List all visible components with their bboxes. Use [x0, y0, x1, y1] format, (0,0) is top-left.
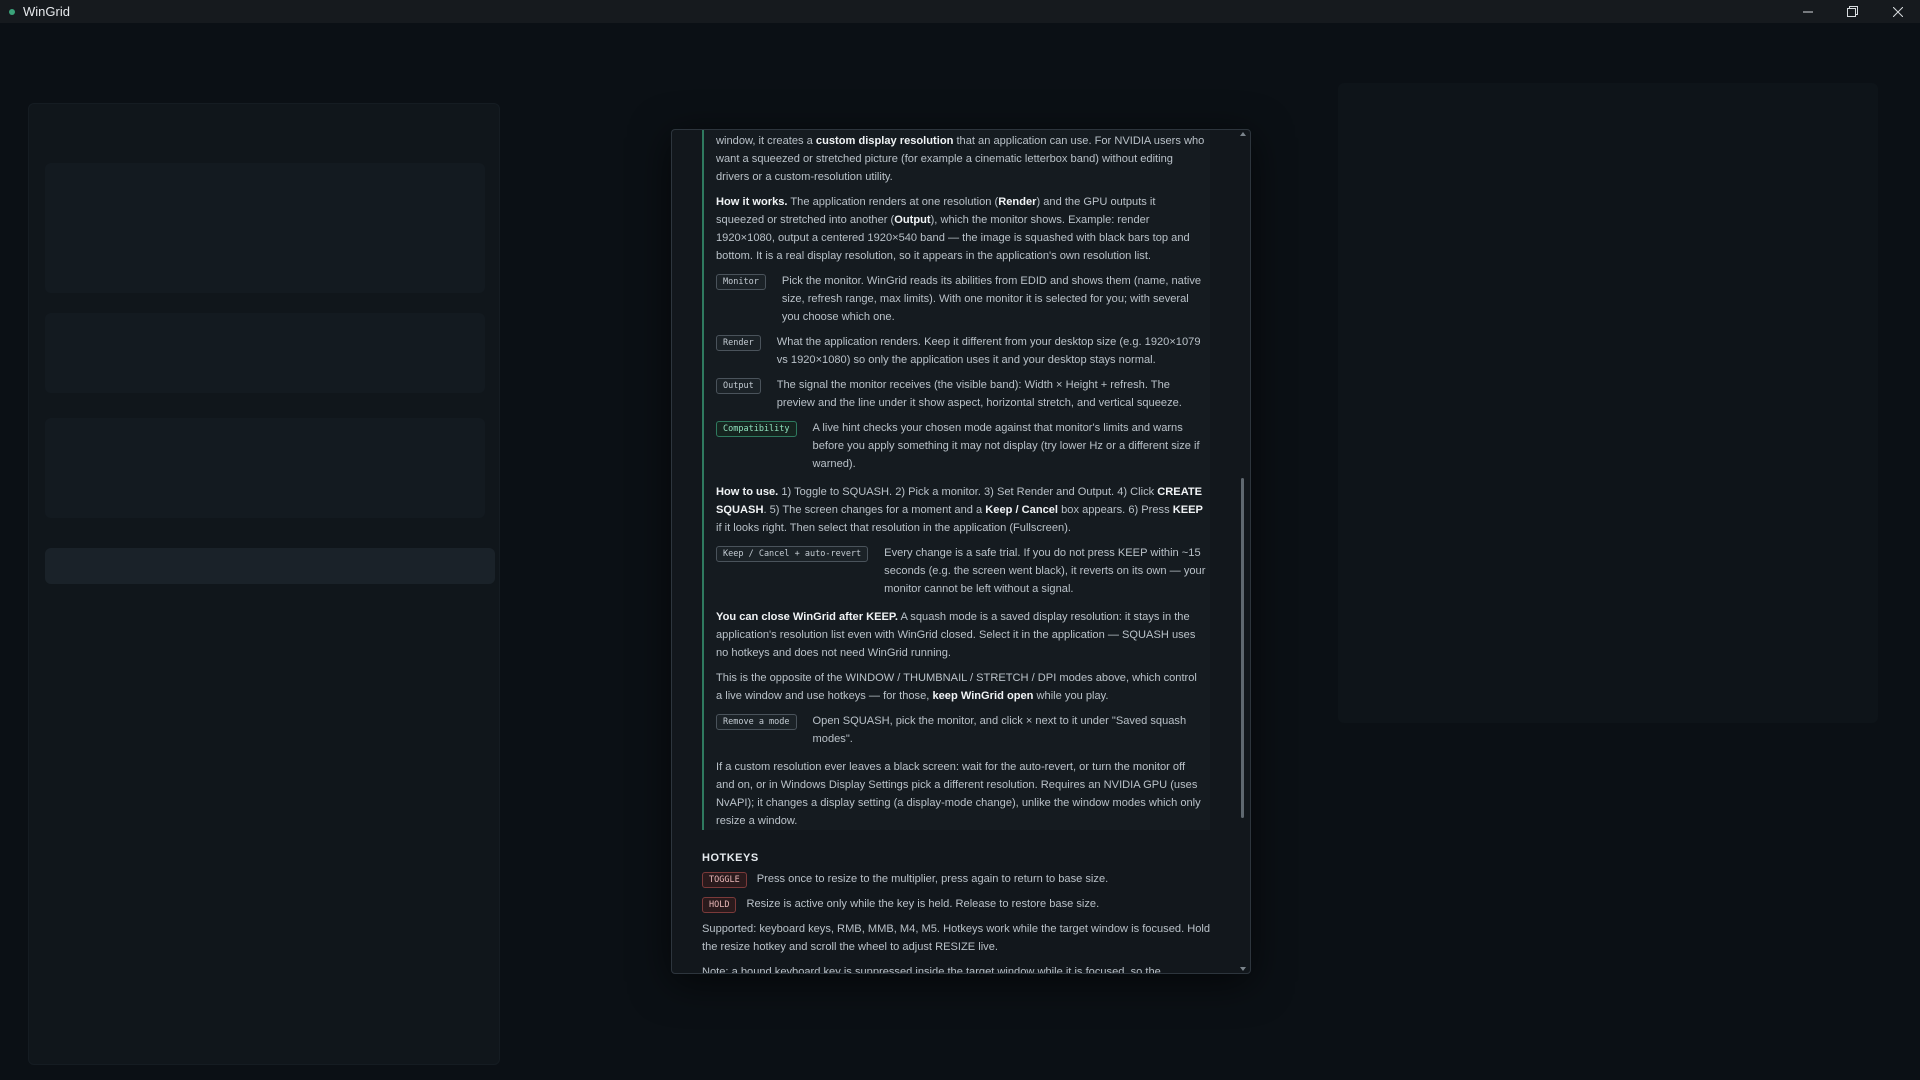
toggle-description: Press once to resize to the multiplier, … — [756, 873, 1109, 885]
squash-section: window, it creates a custom display reso… — [702, 130, 1210, 830]
background-card — [45, 313, 485, 393]
hold-description: Resize is active only while the key is h… — [746, 898, 1100, 910]
help-dialog: window, it creates a custom display reso… — [671, 129, 1251, 974]
how-it-works-paragraph: How it works. The application renders at… — [716, 196, 1190, 262]
close-button[interactable] — [1875, 0, 1920, 23]
hotkeys-section: TOGGLE Press once to resize to the multi… — [702, 870, 1212, 973]
black-screen-paragraph: If a custom resolution ever leaves a bla… — [716, 761, 1201, 827]
term-description: A live hint checks your chosen mode agai… — [812, 422, 1200, 470]
how-to-use-paragraph: How to use. 1) Toggle to SQUASH. 2) Pick… — [716, 486, 1203, 534]
scroll-up-arrow-icon[interactable] — [1240, 132, 1246, 136]
term-badge: Monitor — [716, 274, 766, 290]
term-description: Pick the monitor. WinGrid reads its abil… — [781, 275, 1202, 323]
supported-keys-text: Supported: keyboard keys, RMB, MMB, M4, … — [702, 923, 1211, 953]
term-badge: Keep / Cancel + auto-revert — [716, 546, 869, 562]
background-preview — [1338, 83, 1878, 723]
close-after-keep-paragraph: You can close WinGrid after KEEP. A squa… — [716, 611, 1196, 659]
background-card — [45, 163, 485, 293]
scrollbar[interactable] — [1236, 130, 1250, 973]
background-card — [45, 418, 485, 518]
term-output: Output The signal the monitor receives (… — [716, 376, 1206, 412]
scrollbar-thumb[interactable] — [1241, 478, 1244, 818]
help-scroll-area[interactable]: window, it creates a custom display reso… — [672, 130, 1232, 973]
hold-badge: HOLD — [702, 897, 737, 913]
term-badge: Render — [716, 335, 761, 351]
restore-button[interactable] — [1830, 0, 1875, 23]
term-badge: Output — [716, 378, 761, 394]
minimize-button[interactable] — [1785, 0, 1830, 23]
term-keep-cancel: Keep / Cancel + auto-revert Every change… — [716, 544, 1206, 598]
term-description: Every change is a safe trial. If you do … — [884, 547, 1206, 595]
term-badge: Remove a mode — [716, 714, 797, 730]
toggle-badge: TOGGLE — [702, 872, 747, 888]
title-bar: WinGrid — [0, 0, 1920, 23]
hotkeys-heading: HOTKEYS — [702, 852, 759, 864]
hotkeys-note-text: Note: a bound keyboard key is suppressed… — [702, 966, 1161, 973]
opposite-paragraph: This is the opposite of the WINDOW / THU… — [716, 672, 1197, 702]
background-button — [45, 548, 495, 584]
app-icon — [9, 8, 15, 15]
scroll-down-arrow-icon[interactable] — [1240, 967, 1246, 971]
term-description: The signal the monitor receives (the vis… — [776, 379, 1182, 409]
term-description: What the application renders. Keep it di… — [776, 336, 1201, 366]
term-badge: Compatibility — [716, 421, 797, 437]
window-controls — [1785, 0, 1920, 23]
intro-paragraph: window, it creates a custom display reso… — [716, 135, 1205, 183]
hotkey-toggle-row: TOGGLE Press once to resize to the multi… — [702, 870, 1212, 888]
term-description: Open SQUASH, pick the monitor, and click… — [812, 715, 1187, 745]
hotkey-hold-row: HOLD Resize is active only while the key… — [702, 895, 1212, 913]
term-remove-mode: Remove a mode Open SQUASH, pick the moni… — [716, 712, 1206, 748]
term-render: Render What the application renders. Kee… — [716, 333, 1206, 369]
restore-icon — [1847, 6, 1858, 17]
close-icon — [1892, 6, 1903, 17]
term-compatibility: Compatibility A live hint checks your ch… — [716, 419, 1206, 473]
minimize-icon — [1802, 11, 1813, 12]
term-monitor: Monitor Pick the monitor. WinGrid reads … — [716, 272, 1206, 326]
window-title: WinGrid — [23, 4, 70, 19]
